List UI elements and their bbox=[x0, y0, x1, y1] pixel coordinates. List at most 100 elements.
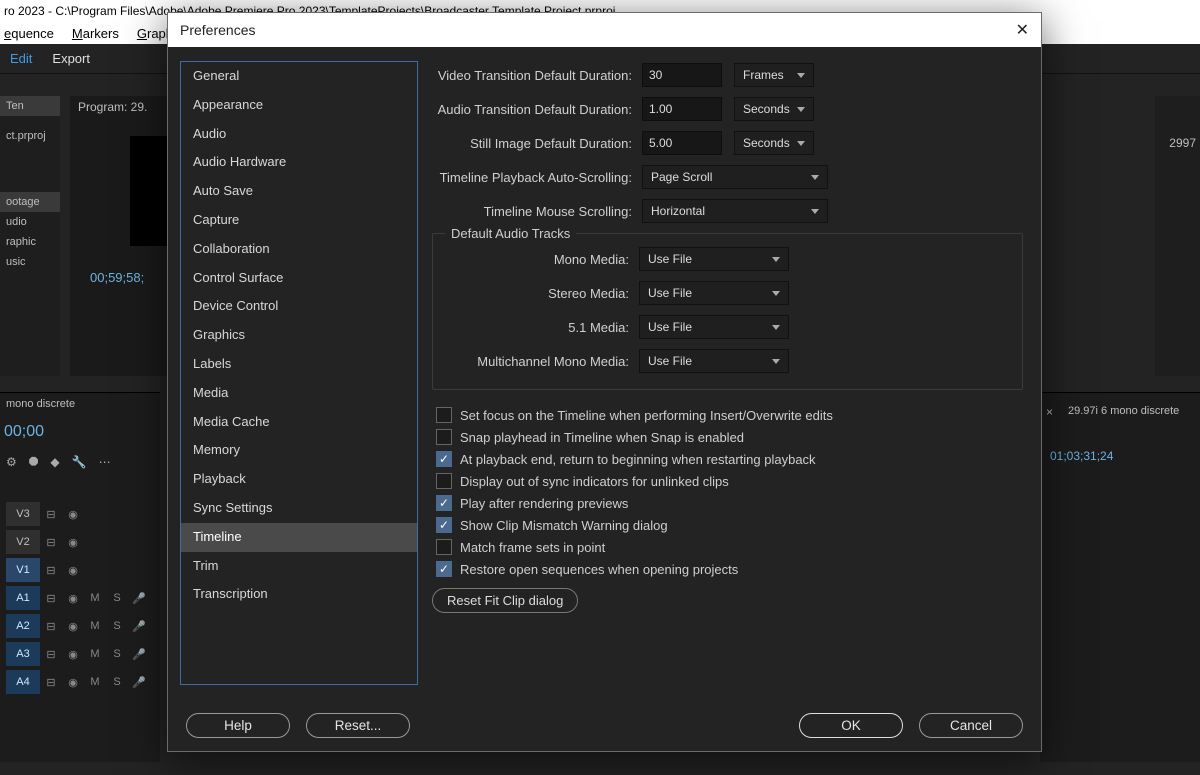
track-v2[interactable]: V2⊟◉ bbox=[0, 528, 160, 556]
category-capture[interactable]: Capture bbox=[181, 206, 417, 235]
track-a1[interactable]: A1⊟◉MS🎤 bbox=[0, 584, 160, 612]
lock-icon[interactable]: ⊟ bbox=[40, 620, 62, 633]
wrench-icon[interactable]: ⚙ bbox=[6, 455, 17, 470]
track-label[interactable]: A2 bbox=[6, 614, 40, 638]
lock-icon[interactable]: ⊟ bbox=[40, 648, 62, 661]
category-general[interactable]: General bbox=[181, 62, 417, 91]
lock-icon[interactable]: ⊟ bbox=[40, 564, 62, 577]
mute-button[interactable]: M bbox=[84, 620, 106, 632]
marker-icon[interactable]: ◆ bbox=[50, 455, 59, 470]
item-prproj[interactable]: ct.prproj bbox=[0, 126, 60, 146]
ok-button[interactable]: OK bbox=[799, 713, 903, 738]
mute-button[interactable]: M bbox=[84, 676, 106, 688]
seq-name[interactable]: mono discrete bbox=[0, 393, 160, 415]
checkbox-icon[interactable] bbox=[436, 451, 452, 467]
video-trans-input[interactable]: 30 bbox=[642, 63, 722, 87]
checkbox-row-2[interactable]: At playback end, return to beginning whe… bbox=[432, 448, 1023, 470]
mute-button[interactable]: M bbox=[84, 592, 106, 604]
track-label[interactable]: V1 bbox=[6, 558, 40, 582]
category-appearance[interactable]: Appearance bbox=[181, 91, 417, 120]
checkbox-icon[interactable] bbox=[436, 561, 452, 577]
category-labels[interactable]: Labels bbox=[181, 350, 417, 379]
stereo-select[interactable]: Use File bbox=[639, 281, 789, 305]
track-a2[interactable]: A2⊟◉MS🎤 bbox=[0, 612, 160, 640]
solo-button[interactable]: S bbox=[106, 620, 128, 632]
more-icon[interactable]: ⋯ bbox=[99, 455, 111, 470]
track-v1[interactable]: V1⊟◉ bbox=[0, 556, 160, 584]
eye-icon[interactable]: ◉ bbox=[62, 620, 84, 633]
track-label[interactable]: V2 bbox=[6, 530, 40, 554]
category-graphics[interactable]: Graphics bbox=[181, 321, 417, 350]
eye-icon[interactable]: ◉ bbox=[62, 676, 84, 689]
item-footage[interactable]: ootage bbox=[0, 192, 60, 212]
timeline2-timecode[interactable]: 01;03;31;24 bbox=[1050, 449, 1113, 463]
settings-icon[interactable]: 🔧 bbox=[72, 455, 87, 470]
menu-sequence[interactable]: equence bbox=[4, 26, 54, 41]
eye-icon[interactable]: ◉ bbox=[62, 564, 84, 577]
track-a4[interactable]: A4⊟◉MS🎤 bbox=[0, 668, 160, 696]
category-trim[interactable]: Trim bbox=[181, 552, 417, 581]
audio-trans-input[interactable]: 1.00 bbox=[642, 97, 722, 121]
checkbox-row-0[interactable]: Set focus on the Timeline when performin… bbox=[432, 404, 1023, 426]
category-transcription[interactable]: Transcription bbox=[181, 580, 417, 609]
checkbox-row-3[interactable]: Display out of sync indicators for unlin… bbox=[432, 470, 1023, 492]
checkbox-icon[interactable] bbox=[436, 407, 452, 423]
close-icon[interactable]: ✕ bbox=[1016, 20, 1029, 40]
category-memory[interactable]: Memory bbox=[181, 436, 417, 465]
eye-icon[interactable]: ◉ bbox=[62, 592, 84, 605]
checkbox-icon[interactable] bbox=[436, 473, 452, 489]
close-icon[interactable]: × bbox=[1046, 405, 1053, 419]
five1-select[interactable]: Use File bbox=[639, 315, 789, 339]
lock-icon[interactable]: ⊟ bbox=[40, 508, 62, 521]
video-trans-unit[interactable]: Frames bbox=[734, 63, 814, 87]
solo-button[interactable]: S bbox=[106, 648, 128, 660]
track-v3[interactable]: V3⊟◉ bbox=[0, 500, 160, 528]
cancel-button[interactable]: Cancel bbox=[919, 713, 1023, 738]
voice-icon[interactable]: 🎤 bbox=[128, 592, 150, 605]
track-a3[interactable]: A3⊟◉MS🎤 bbox=[0, 640, 160, 668]
workspace-export[interactable]: Export bbox=[52, 51, 90, 66]
category-timeline[interactable]: Timeline bbox=[181, 523, 417, 552]
track-label[interactable]: A4 bbox=[6, 670, 40, 694]
workspace-edit[interactable]: Edit bbox=[10, 51, 32, 66]
autoscroll-select[interactable]: Page Scroll bbox=[642, 165, 828, 189]
reset-fit-clip-button[interactable]: Reset Fit Clip dialog bbox=[432, 588, 578, 613]
lock-icon[interactable]: ⊟ bbox=[40, 592, 62, 605]
audio-trans-unit[interactable]: Seconds bbox=[734, 97, 814, 121]
mousescroll-select[interactable]: Horizontal bbox=[642, 199, 828, 223]
eye-icon[interactable]: ◉ bbox=[62, 648, 84, 661]
item-audio[interactable]: udio bbox=[0, 212, 60, 232]
voice-icon[interactable]: 🎤 bbox=[128, 648, 150, 661]
category-auto-save[interactable]: Auto Save bbox=[181, 177, 417, 206]
category-control-surface[interactable]: Control Surface bbox=[181, 264, 417, 293]
solo-button[interactable]: S bbox=[106, 676, 128, 688]
checkbox-row-1[interactable]: Snap playhead in Timeline when Snap is e… bbox=[432, 426, 1023, 448]
checkbox-icon[interactable] bbox=[436, 429, 452, 445]
seq-timecode[interactable]: 00;00 bbox=[0, 415, 160, 449]
checkbox-row-6[interactable]: Match frame sets in point bbox=[432, 536, 1023, 558]
track-label[interactable]: V3 bbox=[6, 502, 40, 526]
still-dur-input[interactable]: 5.00 bbox=[642, 131, 722, 155]
multi-select[interactable]: Use File bbox=[639, 349, 789, 373]
checkbox-row-7[interactable]: Restore open sequences when opening proj… bbox=[432, 558, 1023, 580]
tab-ten[interactable]: Ten bbox=[0, 96, 60, 116]
lock-icon[interactable]: ⊟ bbox=[40, 676, 62, 689]
timeline2-title[interactable]: 29.97i 6 mono discrete bbox=[1068, 405, 1179, 417]
category-sync-settings[interactable]: Sync Settings bbox=[181, 494, 417, 523]
category-audio[interactable]: Audio bbox=[181, 120, 417, 149]
checkbox-icon[interactable] bbox=[436, 517, 452, 533]
lock-icon[interactable]: ⊟ bbox=[40, 536, 62, 549]
voice-icon[interactable]: 🎤 bbox=[128, 620, 150, 633]
checkbox-row-5[interactable]: Show Clip Mismatch Warning dialog bbox=[432, 514, 1023, 536]
item-graphic[interactable]: raphic bbox=[0, 232, 60, 252]
eye-icon[interactable]: ◉ bbox=[62, 536, 84, 549]
voice-icon[interactable]: 🎤 bbox=[128, 676, 150, 689]
help-button[interactable]: Help bbox=[186, 713, 290, 738]
reset-button[interactable]: Reset... bbox=[306, 713, 410, 738]
category-collaboration[interactable]: Collaboration bbox=[181, 235, 417, 264]
track-label[interactable]: A3 bbox=[6, 642, 40, 666]
solo-button[interactable]: S bbox=[106, 592, 128, 604]
mute-button[interactable]: M bbox=[84, 648, 106, 660]
item-music[interactable]: usic bbox=[0, 252, 60, 272]
checkbox-row-4[interactable]: Play after rendering previews bbox=[432, 492, 1023, 514]
